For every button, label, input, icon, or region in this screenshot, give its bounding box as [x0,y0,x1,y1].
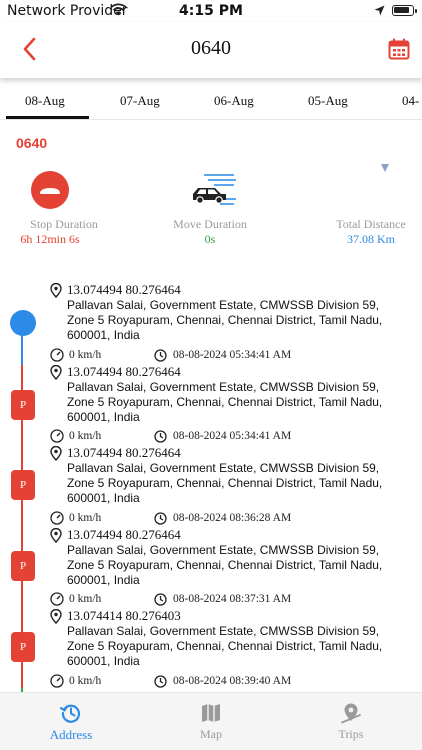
coordinates: 13.074494 80.276464 [67,364,181,379]
timestamp: 08-08-2024 05:34:41 AM [173,349,292,361]
speedometer-icon [50,674,64,688]
tab-08-aug[interactable]: 08-Aug [25,93,65,109]
trips-icon [341,703,361,724]
timestamp: 08-08-2024 08:36:28 AM [173,512,292,524]
coordinates: 13.074414 80.276403 [67,608,181,623]
history-icon [60,704,81,723]
parking-marker: P [11,390,35,420]
clock-time: 4:15 PM [179,3,243,19]
stop-timeline: P P P P 13.074494 80.276464 Pallavan Sal… [0,280,422,692]
speed-value: 0 km/h [69,430,102,442]
parking-marker: P [11,551,35,581]
date-tabs: 08-Aug 07-Aug 06-Aug 05-Aug 04- [0,88,422,120]
timestamp: 08-08-2024 08:39:40 AM [173,675,292,687]
coordinates: 13.074494 80.276464 [67,445,181,460]
clock-icon [154,430,167,443]
nav-trips-label: Trips [338,727,364,741]
tab-06-aug[interactable]: 06-Aug [214,93,254,109]
speed-value: 0 km/h [69,675,102,687]
speedometer-icon [50,592,64,606]
location-arrow-icon [374,5,385,16]
address-text: Pallavan Salai, Government Estate, CMWSS… [67,624,383,668]
calendar-icon[interactable] [388,38,410,60]
stop-duration-label: Stop Duration [30,217,98,231]
tab-07-aug[interactable]: 07-Aug [120,93,160,109]
speedometer-icon [50,511,64,525]
address-text: Pallavan Salai, Government Estate, CMWSS… [67,543,383,587]
nav-trips[interactable]: Trips [281,693,421,750]
total-distance-value: 37.08 Km [347,232,395,246]
address-text: Pallavan Salai, Government Estate, CMWSS… [67,461,383,505]
coordinates: 13.074494 80.276464 [67,282,181,297]
clock-icon [154,349,167,362]
app-header: 0640 [0,22,422,78]
nav-address-label: Address [49,727,93,742]
location-pin-icon [50,609,62,624]
clock-icon [154,593,167,606]
tab-04-aug[interactable]: 04- [402,93,419,109]
battery-icon [392,5,417,16]
address-text: Pallavan Salai, Government Estate, CMWSS… [67,380,383,424]
nav-map-label: Map [200,727,222,741]
tab-05-aug[interactable]: 05-Aug [308,93,348,109]
clock-icon [154,675,167,688]
location-pin-icon [50,365,62,380]
location-pin-icon [50,528,62,543]
active-tab-indicator [6,116,89,119]
move-duration-label: Move Duration [173,217,247,231]
nav-map[interactable]: Map [141,693,281,750]
nav-address[interactable]: Address [1,693,141,750]
parking-marker: P [11,470,35,500]
stop-car-icon [31,171,69,209]
speedometer-icon [50,348,64,362]
location-pin-icon [50,283,62,298]
parking-marker: P [11,632,35,662]
coordinates: 13.074494 80.276464 [67,527,181,542]
timestamp: 08-08-2024 08:37:31 AM [173,593,292,605]
bottom-nav: Address Map Trips [0,692,422,750]
move-duration-value: 0s [204,232,216,246]
total-distance-label: Total Distance [336,217,406,231]
clock-icon [154,512,167,525]
start-point-marker [10,310,36,336]
speedometer-icon [50,429,64,443]
trip-stats: Stop Duration 6h 12min 6s Move Duration … [0,165,422,255]
stop-duration-value: 6h 12min 6s [20,232,80,246]
timestamp: 08-08-2024 05:34:41 AM [173,430,292,442]
moving-car-icon [193,174,236,205]
status-bar: Network Provider 4:15 PM [0,0,422,22]
speed-value: 0 km/h [69,593,102,605]
location-pin-icon [50,446,62,461]
speed-value: 0 km/h [69,512,102,524]
map-icon [202,704,220,722]
vehicle-id: 0640 [16,135,48,151]
page-title: 0640 [191,37,231,59]
speed-value: 0 km/h [69,349,102,361]
address-text: Pallavan Salai, Government Estate, CMWSS… [67,298,383,342]
